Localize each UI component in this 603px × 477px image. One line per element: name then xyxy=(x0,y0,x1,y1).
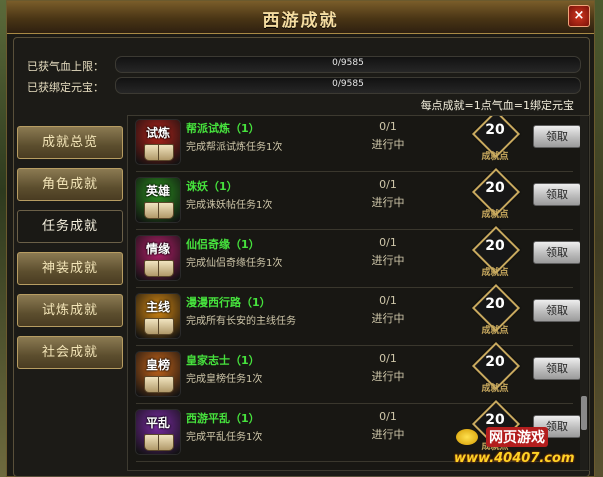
site-watermark: 网页游戏 www.40407.com xyxy=(448,425,598,475)
badge-label: 英雄 xyxy=(145,184,170,198)
badge-label: 平乱 xyxy=(145,416,170,430)
nav-overview[interactable]: 成就总览 xyxy=(17,126,123,159)
achievement-row: 英雄 诛妖（1） 完成诛妖帖任务1次 0/1 进行中 20 成就点 领取 xyxy=(128,167,581,230)
achievement-progress: 0/1 xyxy=(379,410,397,423)
achievement-name: 漫漫西行路（1） xyxy=(186,296,271,309)
watermark-brand: 网页游戏 xyxy=(486,427,548,447)
achievement-name: 西游平乱（1） xyxy=(186,412,260,425)
achievement-points-icon: 20 成就点 xyxy=(471,283,521,341)
achievement-points-icon: 20 成就点 xyxy=(471,167,521,225)
points-label: 成就点 xyxy=(481,268,509,278)
points-value: 20 xyxy=(485,122,505,138)
claim-button[interactable]: 领取 xyxy=(533,125,581,148)
nav-social[interactable]: 社会成就 xyxy=(17,336,123,369)
achievement-name: 仙侣奇缘（1） xyxy=(186,238,260,251)
yuanbao-progress-text: 0/9585 xyxy=(332,79,364,89)
points-value: 20 xyxy=(485,296,505,312)
book-icon xyxy=(144,202,174,219)
achievement-name: 帮派试炼（1） xyxy=(186,122,260,135)
close-button[interactable]: × xyxy=(568,5,590,27)
points-value: 20 xyxy=(485,354,505,370)
achievement-status: 进行中 xyxy=(371,138,405,151)
achievement-name: 皇家志士（1） xyxy=(186,354,260,367)
points-value: 20 xyxy=(485,238,505,254)
achievement-status: 进行中 xyxy=(371,254,405,267)
achievement-badge-icon: 平乱 xyxy=(135,409,181,455)
achievement-progress: 0/1 xyxy=(379,178,397,191)
achievement-name: 诛妖（1） xyxy=(186,180,238,193)
achievement-row: 情缘 仙侣奇缘（1） 完成仙侣奇缘任务1次 0/1 进行中 20 成就点 领取 xyxy=(128,225,581,288)
points-label: 成就点 xyxy=(481,152,509,162)
achievement-desc: 完成仙侣奇缘任务1次 xyxy=(186,258,283,269)
achievement-progress: 0/1 xyxy=(379,352,397,365)
badge-label: 皇榜 xyxy=(145,358,170,372)
badge-label: 试炼 xyxy=(145,126,170,140)
book-icon xyxy=(144,318,174,335)
achievement-row: 试炼 帮派试炼（1） 完成帮派试炼任务1次 0/1 进行中 20 成就点 领取 xyxy=(128,116,581,172)
window-title: 西游成就 xyxy=(262,11,339,31)
achievement-desc: 完成所有长安的主线任务 xyxy=(186,316,296,327)
achievement-row: 皇榜 皇家志士（1） 完成皇榜任务1次 0/1 进行中 20 成就点 领取 xyxy=(128,341,581,404)
achievement-status: 进行中 xyxy=(371,428,405,441)
badge-label: 情缘 xyxy=(145,242,170,256)
list-scrollbar[interactable] xyxy=(580,116,588,470)
achievement-badge-icon: 英雄 xyxy=(135,177,181,223)
book-icon xyxy=(144,376,174,393)
achievement-progress: 0/1 xyxy=(379,294,397,307)
achievement-points-icon: 20 成就点 xyxy=(471,341,521,399)
book-icon xyxy=(144,260,174,277)
badge-label: 主线 xyxy=(145,300,170,314)
watermark-url: www.40407.com xyxy=(454,451,575,466)
hp-progress-bar: 0/9585 xyxy=(115,56,581,73)
achievement-status: 进行中 xyxy=(371,196,405,209)
titlebar: 西游成就 × xyxy=(7,1,594,34)
achievement-row: 主线 漫漫西行路（1） 完成所有长安的主线任务 0/1 进行中 20 成就点 领取 xyxy=(128,283,581,346)
exchange-note: 每点成就=1点气血=1绑定元宝 xyxy=(420,99,574,112)
achievement-badge-icon: 情缘 xyxy=(135,235,181,281)
nav-quest[interactable]: 任务成就 xyxy=(17,210,123,243)
nav-equipment[interactable]: 神装成就 xyxy=(17,252,123,285)
achievement-status: 进行中 xyxy=(371,312,405,325)
achievement-status: 进行中 xyxy=(371,370,405,383)
achievement-desc: 完成诛妖帖任务1次 xyxy=(186,200,273,211)
points-value: 20 xyxy=(485,180,505,196)
achievement-progress: 0/1 xyxy=(379,120,397,133)
achievement-desc: 完成皇榜任务1次 xyxy=(186,374,263,385)
nav-trial[interactable]: 试炼成就 xyxy=(17,294,123,327)
achievement-points-icon: 20 成就点 xyxy=(471,116,521,167)
achievement-desc: 完成平乱任务1次 xyxy=(186,432,263,443)
yuanbao-progress-bar: 0/9585 xyxy=(115,77,581,94)
claim-button[interactable]: 领取 xyxy=(533,299,581,322)
bee-logo-icon xyxy=(456,429,478,445)
points-label: 成就点 xyxy=(481,210,509,220)
category-nav: 成就总览 角色成就 任务成就 神装成就 试炼成就 社会成就 xyxy=(17,126,123,378)
achievement-desc: 完成帮派试炼任务1次 xyxy=(186,142,283,153)
achievement-badge-icon: 皇榜 xyxy=(135,351,181,397)
nav-character[interactable]: 角色成就 xyxy=(17,168,123,201)
achievement-badge-icon: 主线 xyxy=(135,293,181,339)
hp-progress-text: 0/9585 xyxy=(332,58,364,68)
claim-button[interactable]: 领取 xyxy=(533,357,581,380)
claim-button[interactable]: 领取 xyxy=(533,183,581,206)
stat-label-hp: 已获气血上限： xyxy=(27,60,104,73)
achievement-list: 试炼 帮派试炼（1） 完成帮派试炼任务1次 0/1 进行中 20 成就点 领取 英雄 诛妖（1）完… xyxy=(127,115,590,471)
achievement-progress: 0/1 xyxy=(379,236,397,249)
points-label: 成就点 xyxy=(481,384,509,394)
claim-button[interactable]: 领取 xyxy=(533,241,581,264)
achievement-window: 西游成就 × 已获气血上限： 0/9585 已获绑定元宝： 0/9585 每点成… xyxy=(6,0,595,477)
stat-label-yuanbao: 已获绑定元宝： xyxy=(27,81,104,94)
book-icon xyxy=(144,144,174,161)
achievement-points-icon: 20 成就点 xyxy=(471,225,521,283)
book-icon xyxy=(144,434,174,451)
achievement-badge-icon: 试炼 xyxy=(135,119,181,165)
points-label: 成就点 xyxy=(481,326,509,336)
